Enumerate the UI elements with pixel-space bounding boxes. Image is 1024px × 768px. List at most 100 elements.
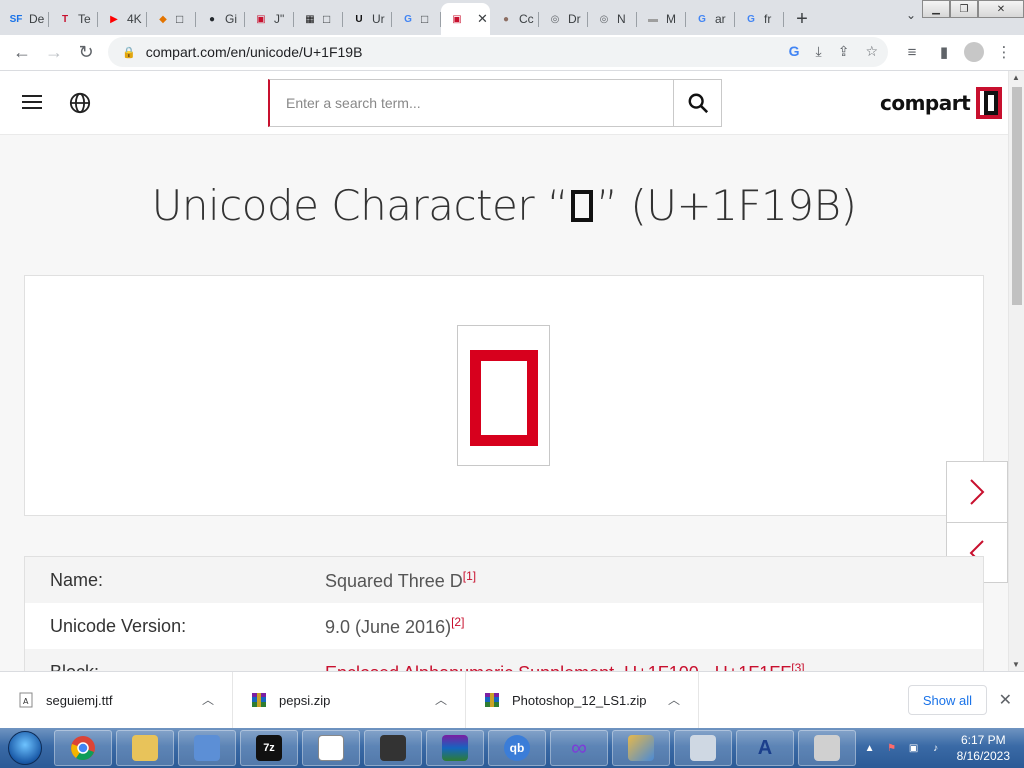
hamburger-menu-icon[interactable] [22,95,42,109]
new-tab-button[interactable]: + [788,5,816,33]
tab[interactable]: G □ [392,3,441,35]
download-filename: Photoshop_12_LS1.zip [512,692,647,708]
windows-start-orb-icon [8,731,42,765]
lock-icon[interactable]: 🔒 [122,46,136,59]
tab[interactable]: U Ur [343,3,392,35]
menu-kebab-icon[interactable]: ⋮ [992,37,1016,67]
taskbar-mirror-app[interactable] [674,730,732,766]
search-button[interactable] [673,80,721,126]
bookmark-star-icon[interactable]: ☆ [865,43,878,60]
tab[interactable]: ▦ □ [294,3,343,35]
tab[interactable]: ◎ Dr [539,3,588,35]
reload-button[interactable]: ↻ [70,37,102,69]
show-hidden-icons-icon[interactable]: ▲ [863,741,877,755]
tab[interactable]: SF De [0,3,49,35]
tab-favicon-icon: ◎ [599,13,609,25]
scrollbar-thumb[interactable] [1012,87,1022,305]
restore-button[interactable]: ❐ [950,0,978,18]
tab[interactable]: T Te [49,3,98,35]
table-row: Block: Enclosed Alphanumeric Supplement,… [25,649,983,671]
tab-favicon-icon: ▣ [452,13,462,25]
property-key: Unicode Version: [50,615,187,636]
taskbar-adobe[interactable] [798,730,856,766]
taskbar-7zip[interactable]: 7z [240,730,298,766]
tab-label: ar [715,12,726,26]
mirror-app-icon [690,735,716,761]
folder-icon [132,735,158,761]
google-translate-icon[interactable]: G [789,43,800,60]
taskbar-maps-app[interactable] [612,730,670,766]
tab-label: Te [78,12,91,26]
tab[interactable]: ● Gi [196,3,245,35]
chevron-up-icon[interactable]: ︿ [668,691,680,708]
download-item[interactable]: Photoshop_12_LS1.zip ︿ [466,671,699,729]
taskbar-network-app[interactable] [178,730,236,766]
property-value: Squared Three D[1] [325,569,476,592]
volume-icon[interactable]: ♪ [929,741,943,755]
winrar-icon [442,735,468,761]
scroll-down-arrow-icon[interactable]: ▼ [1012,660,1020,669]
taskbar-notepad[interactable] [302,730,360,766]
next-character-button[interactable] [947,462,1007,522]
back-button[interactable]: ← [6,37,38,69]
taskbar-chrome[interactable] [54,730,112,766]
reading-list-icon[interactable]: ≡ [900,37,924,67]
taskbar-infinity-app[interactable]: ∞ [550,730,608,766]
close-download-bar-icon[interactable]: ✕ [999,690,1012,710]
taskbar-font-app[interactable]: A [736,730,794,766]
tab[interactable]: ◆ □ [147,3,196,35]
browser-toolbar: ← → ↻ 🔒 compart.com/en/unicode/U+1F19B G… [0,35,1024,71]
scroll-up-arrow-icon[interactable]: ▲ [1012,73,1020,82]
profile-avatar[interactable] [964,42,984,62]
tab[interactable]: Gfr [735,3,784,35]
taskbar-qbittorrent[interactable]: qb [488,730,546,766]
tab[interactable]: ● Cc [490,3,539,35]
chevron-up-icon[interactable]: ︿ [435,691,447,708]
network-icon[interactable]: ▣ [907,741,921,755]
search-input[interactable] [270,80,673,126]
infinity-icon: ∞ [571,735,587,760]
tab-favicon-icon: ▦ [305,13,315,25]
tab[interactable]: ▣ J" [245,3,294,35]
start-button[interactable] [0,728,50,768]
minimize-button[interactable]: ▁ [922,0,950,18]
taskbar-cat-app[interactable] [364,730,422,766]
download-item[interactable]: pepsi.zip ︿ [233,671,466,729]
tab[interactable]: ▬ M [637,3,686,35]
taskbar-winrar[interactable] [426,730,484,766]
globe-language-icon[interactable] [69,92,91,114]
tab[interactable]: ▶ 4K [98,3,147,35]
tab-favicon-icon: SF [9,13,23,25]
download-item[interactable]: A seguiemj.ttf ︿ [0,671,233,729]
compart-logo[interactable]: compart [880,87,1003,119]
system-clock[interactable]: 6:17 PM 8/16/2023 [957,732,1010,764]
footnote-ref-link[interactable]: [3] [791,661,804,672]
block-link[interactable]: Enclosed Alphanumeric Supplement, U+1F10… [325,663,791,672]
logo-text: compart [880,91,971,115]
address-bar[interactable]: 🔒 compart.com/en/unicode/U+1F19B G ⤓ ⇪ ☆ [108,37,888,67]
title-glyph-icon [571,190,594,222]
tab-close-icon[interactable]: ✕ [477,11,488,27]
property-value-text: Squared Three D [325,570,463,591]
page-scrollbar[interactable]: ▲ ▼ [1008,71,1024,671]
tab[interactable]: Gar [686,3,735,35]
side-panel-icon[interactable]: ▮ [932,37,956,67]
footnote-ref-link[interactable]: [2] [451,615,464,629]
install-app-icon[interactable]: ⤓ [816,43,822,60]
taskbar-file-explorer[interactable] [116,730,174,766]
footnote-ref-link[interactable]: [1] [463,569,476,583]
tab-label: □ [323,12,331,26]
system-tray: ▲ ⚑ ▣ ♪ 6:17 PM 8/16/2023 [863,728,1024,768]
download-filename: seguiemj.ttf [46,692,113,708]
tab[interactable]: ◎ N [588,3,637,35]
action-center-icon[interactable]: ⚑ [885,741,899,755]
table-row: Unicode Version: 9.0 (June 2016)[2] [25,603,983,649]
tab-search-chevron-icon[interactable]: ⌄ [906,8,916,22]
close-window-button[interactable]: ✕ [978,0,1024,18]
show-all-downloads-button[interactable]: Show all [907,685,987,715]
forward-button[interactable]: → [38,37,70,69]
tab-active[interactable]: ▣ ✕ [441,3,490,35]
chevron-up-icon[interactable]: ︿ [202,691,214,708]
share-icon[interactable]: ⇪ [838,43,850,60]
page-title-prefix: Unicode Character “ [151,181,569,230]
